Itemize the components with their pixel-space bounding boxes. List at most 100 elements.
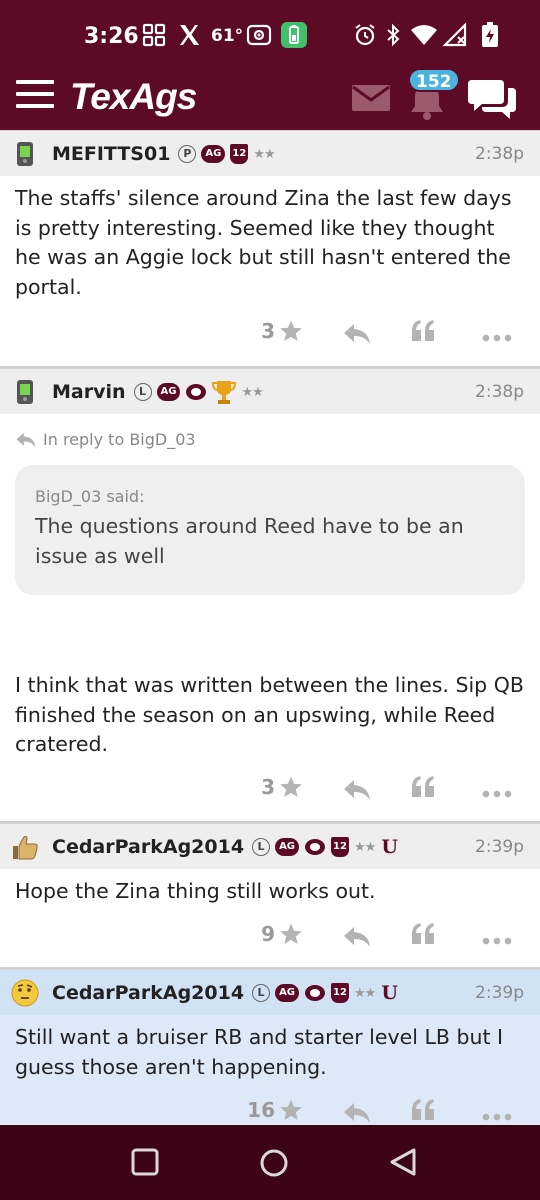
post-body: Still want a bruiser RB and starter leve… [15,1025,504,1079]
rating-stars: ★★ [354,984,376,1000]
post-username[interactable]: CedarParkAg2014 [52,836,244,858]
post-actions: 3 [0,305,540,363]
twelfth-man-badge: 12 [331,982,350,1003]
wifi-icon [410,22,438,48]
post-header: Marvin L AG ★★ 2:38p [0,368,540,414]
post-actions: 16 [0,1084,540,1125]
chat-icon[interactable] [468,76,518,122]
back-triangle-icon[interactable] [388,1147,420,1179]
trophy-icon [212,379,237,405]
post-body: I think that was written between the lin… [15,673,524,756]
quote-text: The questions around Reed have to be an … [35,514,464,568]
reply-icon[interactable] [343,1102,371,1125]
quote-icon[interactable] [410,1098,436,1125]
aggie-ring-icon [304,838,326,856]
post-time: 2:38p [475,382,524,402]
grid-icon [142,22,166,48]
rating-stars: ★★ [241,383,263,399]
u-badge: U [381,981,398,1004]
twelfth-man-badge: 12 [230,143,249,164]
post-time: 2:38p [475,144,524,164]
l-badge: L [133,382,152,401]
ag-badge: AG [275,983,300,1002]
texags-logo[interactable]: TexAgs [70,76,197,118]
l-badge: L [252,983,271,1002]
bluetooth-icon [385,22,401,48]
reply-arrow-icon [16,432,36,447]
more-options-icon[interactable] [482,785,512,803]
mail-icon[interactable] [352,85,390,111]
radio-icon [246,22,272,48]
phone-avatar-icon[interactable] [10,377,40,407]
post-header: CedarParkAg2014 L AG 12 ★★ U 2:39p [0,969,540,1015]
like-button[interactable]: 9 [261,922,304,946]
post-actions: 3 [0,761,540,819]
rating-stars: ★★ [253,145,275,161]
post-username[interactable]: MEFITTS01 [52,143,170,165]
post-header: CedarParkAg2014 L AG 12 ★★ U 2:39p [0,823,540,869]
alarm-icon [353,22,377,48]
temperature: 61° [211,26,244,46]
like-count: 3 [261,319,275,343]
status-time: 3:26 [84,24,139,49]
p-badge: P [178,144,197,163]
more-options-icon[interactable] [482,1108,512,1125]
aggie-ring-icon [185,383,207,401]
status-bar: 3:26 61° [0,0,540,68]
hamburger-menu-icon[interactable] [16,80,54,110]
post-item: Marvin L AG ★★ 2:38p In reply to BigD_03… [0,368,540,823]
quote-icon[interactable] [410,775,436,804]
app-bar: TexAgs 152 [0,68,540,130]
post-username[interactable]: Marvin [52,381,126,403]
like-button[interactable]: 3 [261,319,304,343]
post-feed[interactable]: MEFITTS01 P AG 12 ★★ 2:38p The staffs' s… [0,130,540,1125]
twelfth-man-badge: 12 [331,836,350,857]
like-count: 9 [261,922,275,946]
thinking-face-avatar-icon[interactable] [10,978,40,1008]
ag-badge: AG [201,144,226,163]
post-item: CedarParkAg2014 L AG 12 ★★ U 2:39p Still… [0,969,540,1125]
star-icon [280,1099,302,1120]
reply-icon[interactable] [343,323,371,350]
post-item: CedarParkAg2014 L AG 12 ★★ U 2:39p Hope … [0,823,540,969]
star-icon [280,923,302,944]
aggie-ring-icon [304,984,326,1002]
more-options-icon[interactable] [482,329,512,347]
quote-author: BigD_03 said: [35,487,145,506]
phone-avatar-icon[interactable] [10,139,40,169]
quote-icon[interactable] [410,319,436,348]
battery-saver-icon [281,22,307,48]
notification-count-badge[interactable]: 152 [408,68,460,92]
star-icon [280,320,302,341]
in-reply-to-link[interactable]: In reply to BigD_03 [0,414,540,449]
thumbs-up-avatar-icon[interactable] [10,832,40,862]
post-time: 2:39p [475,983,524,1003]
post-time: 2:39p [475,837,524,857]
in-reply-to-text: In reply to BigD_03 [43,430,196,449]
reply-icon[interactable] [343,779,371,806]
ag-badge: AG [275,837,300,856]
post-header: MEFITTS01 P AG 12 ★★ 2:38p [0,130,540,176]
u-badge: U [381,835,398,858]
post-body: Hope the Zina thing still works out. [15,879,376,903]
more-options-icon[interactable] [482,932,512,950]
home-circle-icon[interactable] [258,1147,290,1179]
x-logo-icon [177,22,201,48]
star-icon [280,776,302,797]
quote-icon[interactable] [410,922,436,951]
like-count: 3 [261,775,275,799]
like-button[interactable]: 16 [247,1098,304,1122]
system-nav-bar [0,1125,540,1200]
post-actions: 9 [0,908,540,966]
quote-block: BigD_03 said: The questions around Reed … [15,465,525,595]
like-count: 16 [247,1098,275,1122]
reply-icon[interactable] [343,926,371,953]
like-button[interactable]: 3 [261,775,304,799]
signal-icon [443,22,469,48]
post-username[interactable]: CedarParkAg2014 [52,982,244,1004]
recents-square-icon[interactable] [130,1147,162,1179]
post-body: The staffs' silence around Zina the last… [15,186,512,299]
l-badge: L [252,837,271,856]
rating-stars: ★★ [354,838,376,854]
battery-charging-icon [481,22,499,48]
